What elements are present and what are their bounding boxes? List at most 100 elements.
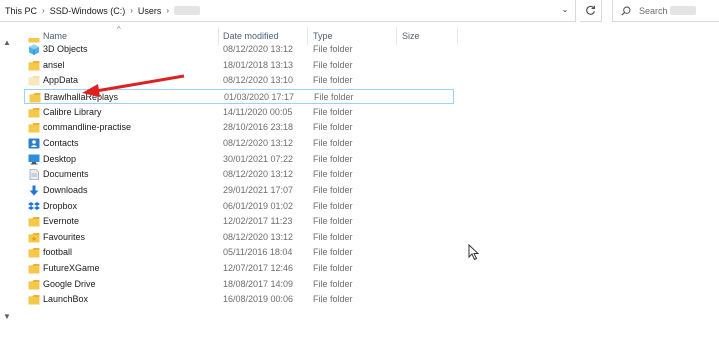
row-type: File folder <box>313 216 353 227</box>
breadcrumb-drive[interactable]: SSD-Windows (C:) <box>50 6 126 16</box>
redacted-username <box>174 6 201 15</box>
file-list-row[interactable]: football 05/11/2016 18:04 File folder <box>24 245 454 260</box>
row-name: AppData <box>43 75 79 86</box>
refresh-icon <box>586 5 595 15</box>
file-list-row[interactable]: Desktop 30/01/2021 07:22 File folder <box>24 152 454 167</box>
row-name: Google Drive <box>43 278 96 289</box>
breadcrumb-this-pc[interactable]: This PC <box>5 6 37 16</box>
row-type: File folder <box>313 169 353 180</box>
folder-icon <box>28 279 40 290</box>
file-list-row[interactable]: Calibre Library 14/11/2020 00:05 File fold… <box>24 105 454 120</box>
breadcrumb-users[interactable]: Users <box>138 6 162 16</box>
row-name: commandline-practise <box>43 122 132 133</box>
breadcrumb-separator[interactable]: › <box>166 6 169 15</box>
breadcrumb-separator[interactable]: › <box>130 6 133 15</box>
row-date-modified: 08/12/2020 13:12 <box>223 44 294 54</box>
folder-icon <box>29 92 41 103</box>
scroll-down-arrow-icon[interactable]: ▼ <box>2 312 12 322</box>
row-name: Favourites <box>43 231 86 242</box>
chevron-down-icon[interactable]: ⌄ <box>558 5 572 17</box>
refresh-button[interactable] <box>580 0 602 22</box>
row-type: File folder <box>313 294 353 305</box>
row-type: File folder <box>313 75 353 86</box>
row-date-modified: 14/11/2020 00:05 <box>223 106 293 117</box>
row-name: Desktop <box>43 153 77 164</box>
row-type: File folder <box>313 153 353 164</box>
row-type: File folder <box>314 91 354 102</box>
row-type: File folder <box>313 184 353 195</box>
row-type: File folder <box>313 247 353 258</box>
row-date-modified: 08/12/2020 13:12 <box>223 137 294 148</box>
row-date-modified: 08/12/2020 13:10 <box>223 75 294 86</box>
desktop-icon <box>28 154 40 165</box>
address-bar[interactable]: This PC › SSD-Windows (C:) › Users › ⌄ <box>0 0 576 22</box>
folder-icon <box>28 107 40 118</box>
file-list-row[interactable]: Favourites 08/12/2020 13:12 File folder <box>24 230 454 245</box>
file-list-row[interactable]: Contacts 08/12/2020 13:12 File folder <box>24 136 454 151</box>
row-type: File folder <box>313 200 353 211</box>
row-date-modified: 08/12/2020 13:12 <box>223 231 294 242</box>
folder-faded-icon <box>28 76 40 86</box>
row-name: FutureXGame <box>43 263 100 274</box>
file-list-row[interactable]: LaunchBox 16/08/2019 00:06 File folder <box>24 292 454 307</box>
row-name: ansel <box>43 59 65 70</box>
row-name: Documents <box>43 169 89 180</box>
3d-objects-icon <box>29 44 39 55</box>
row-date-modified: 30/01/2021 07:22 <box>223 153 294 164</box>
row-type: File folder <box>313 137 353 148</box>
row-type: File folder <box>313 231 353 242</box>
row-type: File folder <box>313 59 353 70</box>
row-date-modified: 18/08/2017 14:09 <box>223 278 294 289</box>
row-name: Evernote <box>43 216 80 227</box>
file-list-row[interactable]: 3D Objects 08/12/2020 13:12 File folder <box>24 42 454 57</box>
documents-icon <box>29 169 39 180</box>
file-list-row[interactable]: Google Drive 18/08/2017 14:09 File folder <box>24 277 454 292</box>
row-date-modified: 28/10/2016 23:18 <box>223 122 294 133</box>
row-type: File folder <box>313 278 353 289</box>
row-type: File folder <box>313 44 353 54</box>
redacted-username <box>669 6 696 15</box>
folder-icon <box>28 264 40 274</box>
file-list-row[interactable]: Dropbox 06/01/2019 01:02 File folder <box>24 199 454 214</box>
address-bar-area: This PC › SSD-Windows (C:) › Users › ⌄ S… <box>0 0 719 25</box>
file-list-row[interactable]: Evernote 12/02/2017 11:23 File folder <box>24 214 454 229</box>
row-type: File folder <box>313 263 353 274</box>
scroll-up-arrow-icon[interactable]: ▲ <box>2 38 12 48</box>
folder-icon <box>28 295 40 305</box>
dropbox-icon <box>28 201 40 210</box>
row-type: File folder <box>313 106 353 117</box>
sort-caret-icon: ^ <box>117 25 121 34</box>
file-list-row[interactable]: commandline-practise 28/10/2016 23:18 File… <box>24 120 454 135</box>
row-name: Contacts <box>43 137 79 148</box>
row-name: football <box>43 247 73 258</box>
row-name: 3D Objects <box>43 44 88 54</box>
row-date-modified: 16/08/2019 00:06 <box>223 294 294 305</box>
row-date-modified: 06/01/2019 01:02 <box>223 200 294 211</box>
file-list-row[interactable]: Downloads 29/01/2021 17:07 File folder <box>24 183 454 198</box>
row-date-modified: 12/02/2017 11:23 <box>223 216 293 227</box>
row-date-modified: 05/11/2016 18:04 <box>223 247 293 258</box>
file-list-row[interactable]: Documents 08/12/2020 13:12 File folder <box>24 167 454 182</box>
folder-icon <box>28 248 40 258</box>
search-icon <box>621 6 631 16</box>
row-date-modified: 18/01/2018 13:13 <box>223 59 294 70</box>
contacts-icon <box>28 138 40 149</box>
row-date-modified: 29/01/2021 17:07 <box>223 184 294 195</box>
folder-icon <box>28 60 40 71</box>
folder-icon <box>28 123 40 133</box>
row-date-modified: 12/07/2017 12:46 <box>223 263 294 274</box>
file-list-row[interactable]: FutureXGame 12/07/2017 12:46 File folder <box>24 261 454 276</box>
row-type: File folder <box>313 122 353 133</box>
row-date-modified: 08/12/2020 13:12 <box>223 169 294 180</box>
annotation-arrow <box>82 74 185 97</box>
row-date-modified: 01/03/2020 17:17 <box>224 91 295 102</box>
search-placeholder: Search <box>639 5 668 16</box>
row-name: Calibre Library <box>43 106 102 117</box>
row-name: LaunchBox <box>43 294 89 305</box>
breadcrumb-separator[interactable]: › <box>42 6 45 15</box>
search-input[interactable]: Search <box>612 0 719 22</box>
downloads-icon <box>29 185 39 196</box>
row-name: Dropbox <box>43 200 78 211</box>
file-list-row[interactable]: ansel 18/01/2018 13:13 File folder <box>24 58 454 73</box>
row-name: Downloads <box>43 184 88 195</box>
